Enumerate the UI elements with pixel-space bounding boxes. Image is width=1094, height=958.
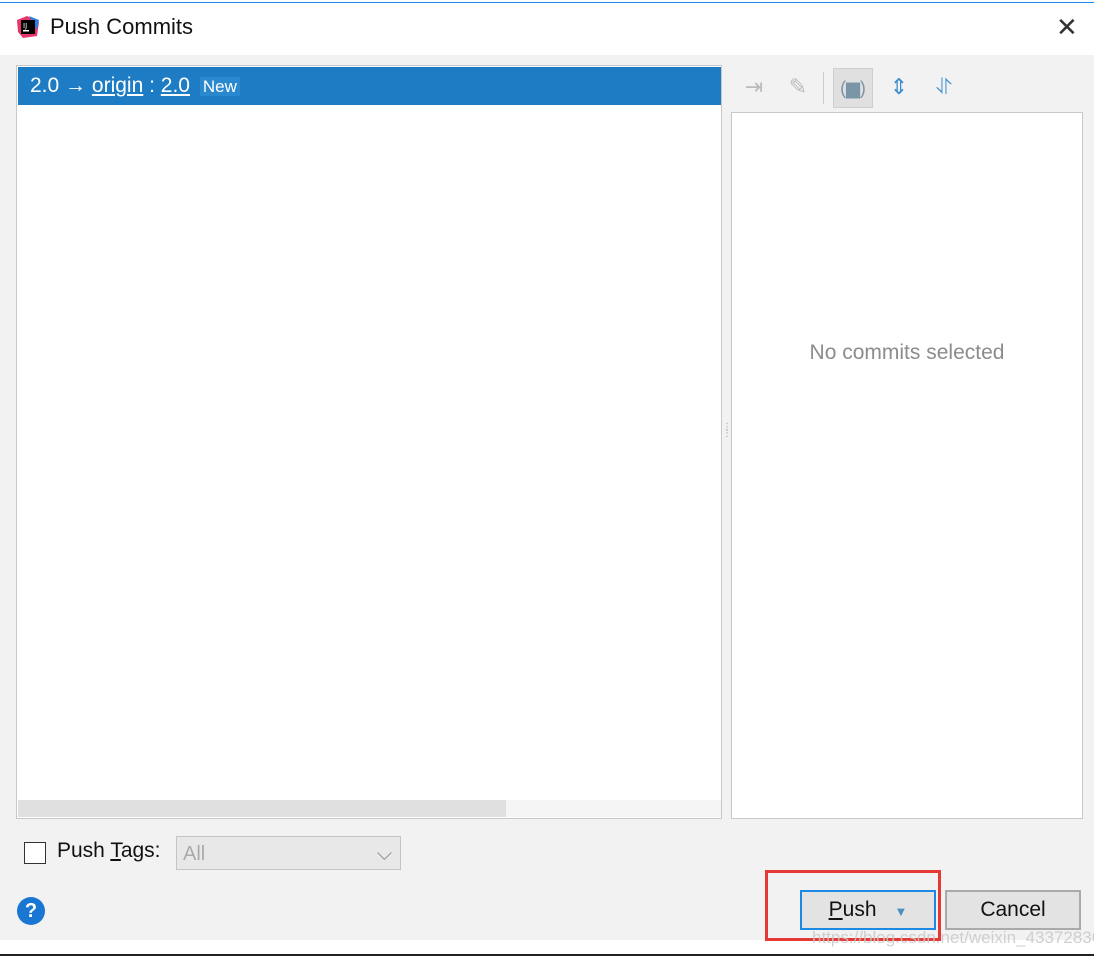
watermark: https://blog.csdn.net/weixin_43372836: [812, 928, 1094, 947]
arrow-icon: →: [65, 74, 87, 97]
group-by-directory-icon[interactable]: (▆): [833, 68, 873, 108]
label-part: ags:: [120, 839, 161, 862]
expand-all-icon[interactable]: ⇕: [880, 68, 918, 106]
intellij-app-icon: IJ: [17, 16, 39, 38]
mnemonic: T: [110, 839, 121, 862]
tags-select-value: All: [183, 843, 206, 865]
new-badge: New: [199, 77, 240, 96]
window-border: [0, 2, 1094, 3]
collapse-all-icon[interactable]: ⥯: [925, 68, 963, 106]
collapse-arrows-icon[interactable]: ⇥: [735, 68, 773, 106]
horizontal-scrollbar[interactable]: [18, 800, 721, 817]
close-icon[interactable]: ✕: [1056, 14, 1078, 40]
chevron-down-icon: ⌵: [376, 843, 392, 865]
push-tags-label: Push Tags:: [57, 839, 161, 863]
empty-state-text: No commits selected: [809, 341, 1005, 364]
remote-link[interactable]: origin: [92, 74, 143, 97]
local-branch: 2.0: [30, 74, 60, 97]
push-tags-checkbox[interactable]: [24, 842, 46, 864]
help-icon[interactable]: ?: [17, 897, 45, 925]
dialog-title: Push Commits: [50, 14, 194, 39]
branch-row[interactable]: 2.0 → origin : 2.0 New: [18, 67, 721, 105]
commit-tree-panel[interactable]: 2.0 → origin : 2.0 New: [16, 65, 722, 819]
edit-file-icon[interactable]: ✎: [779, 68, 817, 106]
commit-details-panel: No commits selected: [731, 112, 1083, 819]
scrollbar-thumb[interactable]: [18, 800, 506, 817]
tags-select[interactable]: All ⌵: [176, 836, 401, 870]
separator: :: [149, 74, 155, 97]
remote-branch-link[interactable]: 2.0: [161, 74, 190, 97]
cancel-button[interactable]: Cancel: [945, 890, 1081, 930]
svg-text:IJ: IJ: [23, 22, 27, 30]
label-part: Push: [57, 839, 111, 862]
details-toolbar: ⇥ ✎ (▆) ⇕ ⥯: [733, 68, 1083, 108]
bottom-border: [0, 954, 1094, 956]
splitter-handle[interactable]: ⋮ ⋮: [722, 423, 732, 455]
